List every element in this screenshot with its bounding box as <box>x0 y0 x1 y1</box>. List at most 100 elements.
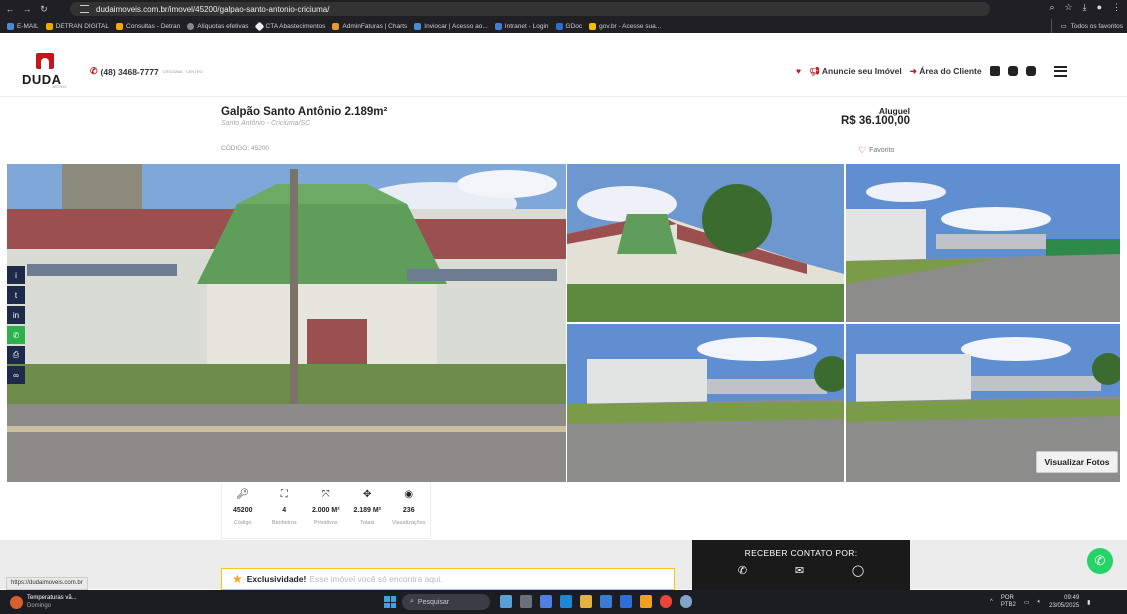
teams-icon[interactable] <box>540 595 552 608</box>
favorites-heart-icon[interactable]: ♥ <box>796 66 801 76</box>
listing-location: Santo Antônio - Criciúma/SC <box>221 120 311 127</box>
hamburger-menu-icon[interactable] <box>1053 65 1067 77</box>
system-tray: ^ POR PTB2 ▭ 🔈︎ 09:49 23/05/2025 ▮ <box>990 594 1090 610</box>
folder-icon: ▭ <box>1060 23 1067 30</box>
windows-start-icon[interactable] <box>384 596 396 608</box>
spec-total-area: ✥ 2.189 M² Totais <box>353 489 382 526</box>
weather-widget[interactable]: Temperaturas vã... Domingo <box>10 594 77 610</box>
browser-toolbar: ← → ↻ dudaimoveis.com.br/imovel/45200/ga… <box>0 0 1127 18</box>
address-url: dudaimoveis.com.br/imovel/45200/galpao-s… <box>96 4 330 14</box>
bookmark-aliquotas[interactable]: Alíquotas efetivas <box>187 22 249 30</box>
whatsapp-share-icon[interactable]: ✆ <box>7 326 25 344</box>
header-phone[interactable]: ✆ (48) 3468-7777 CRICIÚMA · CENTRO <box>90 66 203 77</box>
exclusive-banner: ★ Exclusividade! Esse imóvel você só enc… <box>221 568 675 590</box>
linkedin-icon[interactable]: in <box>7 306 25 324</box>
site-info-icon[interactable] <box>80 5 89 13</box>
chart-icon <box>332 22 340 30</box>
network-icon[interactable]: ▭ <box>1024 599 1030 606</box>
all-bookmarks[interactable]: ▭ Todos os favoritos <box>1051 19 1123 33</box>
profile-icon[interactable]: ● <box>1097 2 1102 13</box>
zoom-icon[interactable]: ⌕ <box>1049 2 1054 13</box>
mail-icon <box>7 22 14 30</box>
gallery-photo-3[interactable] <box>846 164 1120 322</box>
bookmark-star-icon[interactable]: ☆ <box>1065 2 1073 13</box>
login-icon: ➜ <box>909 65 917 76</box>
spec-private-area: ⤧ 2.000 M² Privativos <box>311 489 340 526</box>
email-contact-icon[interactable]: ✉ <box>795 564 804 577</box>
app-2-icon[interactable] <box>680 595 692 608</box>
status-bar-url: https://dudaimoveis.com.br <box>6 577 88 590</box>
forward-icon[interactable]: → <box>20 2 34 16</box>
price-value: R$ 36.100,00 <box>840 115 910 127</box>
bookmark-govbr[interactable]: gov.br - Acesse sua... <box>589 22 661 30</box>
taskbar-search[interactable]: ⌕ Pesquisar <box>402 594 490 610</box>
listing-title: Galpão Santo Antônio 2.189m² <box>221 106 388 118</box>
search-icon: ⌕ <box>410 598 414 605</box>
star-icon: ★ <box>232 572 243 586</box>
link-icon[interactable]: ∞ <box>7 366 25 384</box>
favorite-button[interactable]: ♡ Favorito <box>858 145 894 156</box>
whatsapp-contact-icon[interactable]: ◯ <box>852 564 864 577</box>
bookmark-gdoc[interactable]: GDoc <box>555 22 582 30</box>
view-photos-button[interactable]: Visualizar Fotos <box>1036 451 1118 473</box>
diamond-icon <box>254 21 264 31</box>
chevron-up-icon[interactable]: ^ <box>990 599 993 605</box>
photo-gallery <box>7 164 1127 482</box>
instagram-icon[interactable] <box>1007 66 1018 76</box>
bookmark-intranet[interactable]: Intranet - Login <box>494 22 549 30</box>
print-icon[interactable]: ⎙ <box>7 346 25 364</box>
bookmark-cta[interactable]: CTA Abastecimentos <box>254 21 325 31</box>
client-area-link[interactable]: ➜ Área do Cliente <box>910 66 982 77</box>
clock[interactable]: 09:49 23/05/2025 <box>1049 594 1079 610</box>
site-logo[interactable]: DUDA IMÓVEIS <box>22 53 68 91</box>
bookmark-email[interactable]: E-MAIL <box>7 22 39 30</box>
info-icon[interactable]: i <box>7 266 25 284</box>
megaphone-icon: 📢︎ <box>809 65 820 76</box>
bookmark-inviocar[interactable]: Inviocar | Acesso ao... <box>414 22 488 30</box>
outlook-icon[interactable] <box>620 595 632 608</box>
task-view-icon[interactable] <box>520 595 532 608</box>
announce-link[interactable]: 📢︎ Anuncie seu Imóvel <box>809 66 902 77</box>
address-bar[interactable]: dudaimoveis.com.br/imovel/45200/galpao-s… <box>70 2 990 16</box>
back-icon[interactable]: ← <box>3 2 17 16</box>
gallery-photo-4[interactable] <box>567 324 844 482</box>
heart-outline-icon: ♡ <box>858 145 867 155</box>
store-icon[interactable] <box>600 595 612 608</box>
contact-title: RECEBER CONTATO POR: <box>744 548 858 558</box>
detran-icon <box>116 22 124 30</box>
contact-widget: RECEBER CONTATO POR: ✆ ✉ ◯ <box>692 540 910 590</box>
phone-icon: ✆ <box>90 66 98 76</box>
share-sidebar: i t in ✆ ⎙ ∞ <box>7 266 25 386</box>
volume-icon[interactable]: 🔈︎ <box>1038 599 1042 606</box>
area-total-icon: ✥ <box>363 489 372 500</box>
language-indicator[interactable]: POR PTB2 <box>1001 595 1016 609</box>
file-explorer-icon[interactable] <box>580 595 592 608</box>
bookmark-adminfaturas[interactable]: AdminFaturas | Charts <box>332 22 407 30</box>
app-icon[interactable] <box>640 595 652 608</box>
spec-bathrooms: ⛶ 4 Banheiros <box>271 489 297 526</box>
chrome-icon[interactable] <box>660 595 672 608</box>
weather-icon <box>10 595 23 609</box>
windows-taskbar: Temperaturas vã... Domingo ⌕ Pesquisar ^ … <box>0 590 1127 614</box>
whatsapp-float-icon[interactable]: ✆ <box>1087 548 1113 574</box>
notification-icon[interactable]: ▮ <box>1087 599 1090 606</box>
widgets-icon[interactable] <box>500 595 512 608</box>
youtube-icon[interactable] <box>1025 66 1036 76</box>
logo-house-icon <box>36 53 54 69</box>
listing-code: CÓDIGO: 45200 <box>221 145 270 152</box>
reload-icon[interactable]: ↻ <box>37 2 51 16</box>
twitter-icon[interactable]: t <box>7 286 25 304</box>
detran-icon <box>45 22 53 30</box>
gallery-photo-2[interactable] <box>567 164 844 322</box>
spec-views: ◉ 236 Visualizações <box>391 489 426 526</box>
bookmark-consultas[interactable]: Consultas - Detran <box>116 22 180 30</box>
bookmark-detran[interactable]: DETRAN DIGITAL <box>45 22 109 30</box>
facebook-icon[interactable] <box>989 66 1000 76</box>
menu-kebab-icon[interactable]: ⋮ <box>1112 2 1121 13</box>
edge-icon[interactable] <box>560 595 572 608</box>
main-photo[interactable] <box>7 164 566 482</box>
phone-contact-icon[interactable]: ✆ <box>738 564 747 577</box>
browser-chrome: ← → ↻ dudaimoveis.com.br/imovel/45200/ga… <box>0 0 1127 33</box>
download-icon[interactable]: ⤓ <box>1083 2 1087 13</box>
gdoc-icon <box>555 22 563 30</box>
